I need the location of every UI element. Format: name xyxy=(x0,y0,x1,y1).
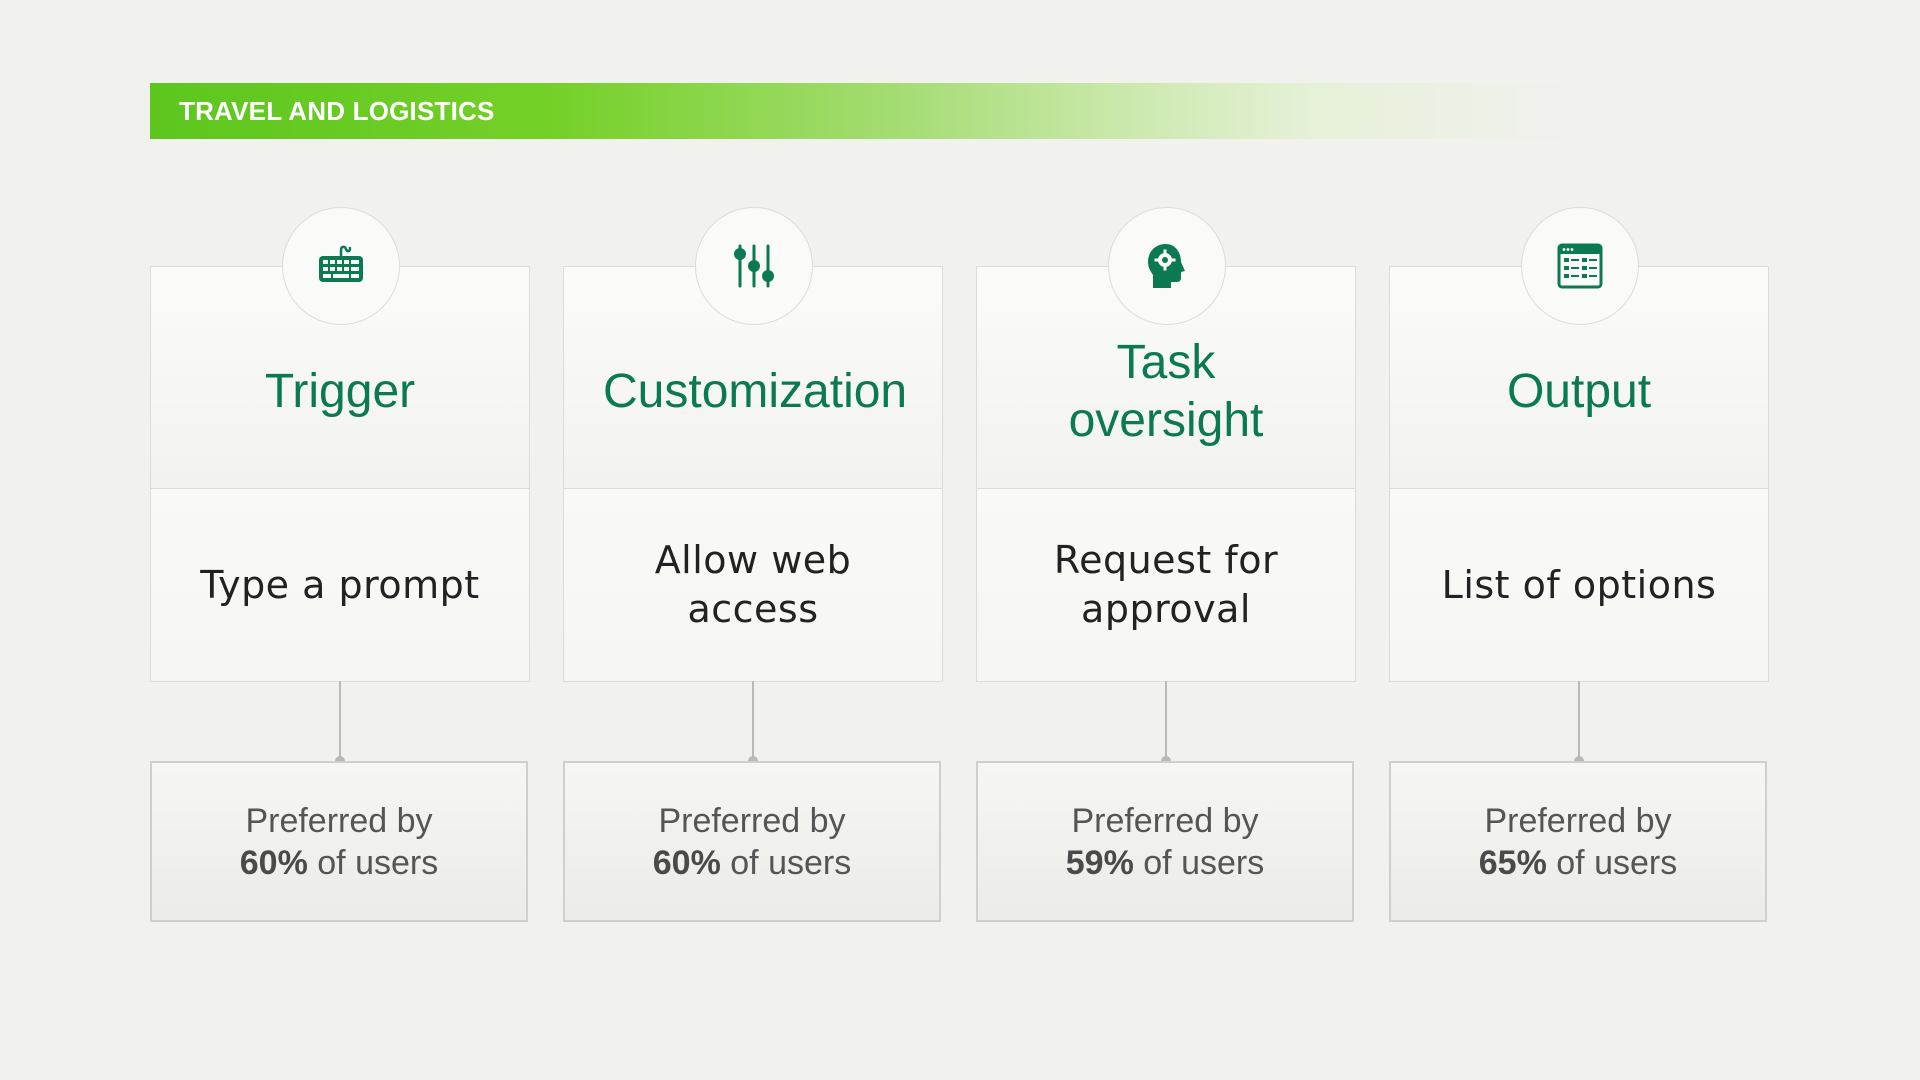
stat-line: 60% of users xyxy=(653,842,851,884)
stage-card: Customization Allow web access xyxy=(563,266,943,682)
sliders-icon xyxy=(734,244,774,288)
stage-card: Output List of options xyxy=(1389,266,1769,682)
stat-prefix: Preferred by xyxy=(245,801,433,840)
stage-title: Customization xyxy=(603,364,908,418)
stage-action: Request for approval xyxy=(1053,538,1279,631)
icon-badge xyxy=(695,207,813,325)
keyboard-icon xyxy=(319,245,363,282)
stat-line: 59% of users xyxy=(1066,842,1264,884)
column-customization: Customization Allow web access Preferred… xyxy=(563,0,943,1080)
stat-prefix: Preferred by xyxy=(1484,801,1672,840)
connector-line xyxy=(339,681,341,761)
preference-stat-box: Preferred by 60% of users xyxy=(150,761,528,922)
stat-percent: 59% xyxy=(1065,843,1134,882)
stat-percent: 60% xyxy=(652,843,721,882)
column-output: Output List of options Preferred by 65% … xyxy=(1389,0,1769,1080)
connector-line xyxy=(1578,681,1580,761)
stage-action: Type a prompt xyxy=(200,562,480,607)
preference-stat-box: Preferred by 59% of users xyxy=(976,761,1354,922)
list-window-icon xyxy=(1557,243,1603,289)
stage-title: Trigger xyxy=(264,364,416,418)
stat-suffix: of users xyxy=(1546,843,1678,882)
stat-suffix: of users xyxy=(307,843,439,882)
stat-prefix: Preferred by xyxy=(1071,801,1259,840)
stat-percent: 60% xyxy=(239,843,308,882)
icon-badge xyxy=(1521,207,1639,325)
icon-badge xyxy=(1108,207,1226,325)
connector-line xyxy=(752,681,754,761)
stat-prefix: Preferred by xyxy=(658,801,846,840)
stage-action: Allow web access xyxy=(654,538,852,631)
stage-title: Task oversight xyxy=(1068,335,1264,447)
stat-line: 60% of users xyxy=(240,842,438,884)
stage-title: Output xyxy=(1506,364,1652,418)
card-body: Allow web access xyxy=(564,489,942,681)
connector-line xyxy=(1165,681,1167,761)
preference-stat-box: Preferred by 60% of users xyxy=(563,761,941,922)
head-gear-icon xyxy=(1148,244,1185,288)
stat-percent: 65% xyxy=(1478,843,1547,882)
stat-suffix: of users xyxy=(720,843,852,882)
preference-stat-box: Preferred by 65% of users xyxy=(1389,761,1767,922)
column-trigger: Trigger Type a prompt Preferred by 60% o… xyxy=(150,0,530,1080)
card-body: List of options xyxy=(1390,489,1768,681)
stat-line: 65% of users xyxy=(1479,842,1677,884)
card-body: Type a prompt xyxy=(151,489,529,681)
card-body: Request for approval xyxy=(977,489,1355,681)
stat-suffix: of users xyxy=(1133,843,1265,882)
icon-badge xyxy=(282,207,400,325)
stage-card: Task oversight Request for approval xyxy=(976,266,1356,682)
stage-action: List of options xyxy=(1441,562,1717,607)
column-task-oversight: Task oversight Request for approval Pref… xyxy=(976,0,1356,1080)
stage-card: Trigger Type a prompt xyxy=(150,266,530,682)
